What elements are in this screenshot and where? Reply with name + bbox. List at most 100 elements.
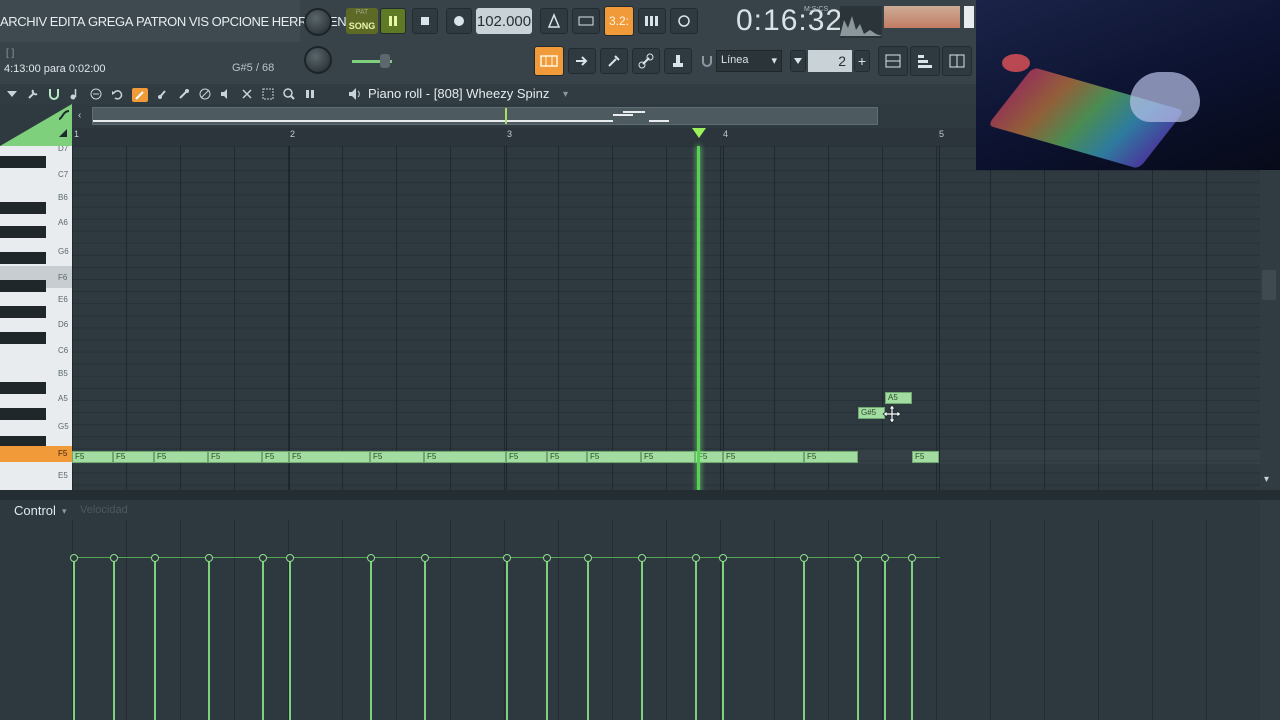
note-f5[interactable]: F5 bbox=[370, 451, 424, 463]
select-icon[interactable] bbox=[262, 88, 274, 100]
velocity-stem[interactable] bbox=[262, 560, 264, 720]
loop-record-button[interactable] bbox=[670, 8, 698, 34]
note-f5[interactable]: F5 bbox=[587, 451, 641, 463]
counter-button[interactable]: 3.2: bbox=[604, 6, 634, 36]
velocity-handle[interactable] bbox=[854, 554, 862, 562]
velocity-stem[interactable] bbox=[911, 560, 913, 720]
menu-patron[interactable]: PATRON bbox=[136, 14, 186, 29]
velocity-stem[interactable] bbox=[289, 560, 291, 720]
velocity-stem[interactable] bbox=[641, 560, 643, 720]
note-f5[interactable]: F5 bbox=[113, 451, 154, 463]
step-decrease-button[interactable] bbox=[790, 50, 806, 72]
velocity-grid[interactable] bbox=[72, 520, 1260, 720]
scroll-knob[interactable] bbox=[964, 6, 974, 28]
paint-brush-icon[interactable] bbox=[157, 88, 169, 100]
velocity-handle[interactable] bbox=[421, 554, 429, 562]
velocity-handle[interactable] bbox=[286, 554, 294, 562]
note-f5[interactable]: F5 bbox=[424, 451, 506, 463]
note-gs5[interactable]: G#5 bbox=[858, 407, 885, 419]
velocity-handle[interactable] bbox=[259, 554, 267, 562]
plugin-picker-button[interactable] bbox=[600, 48, 628, 74]
piano-keyboard[interactable]: D7 C7 B6 A6 G6 F6 E6 D6 C6 B5 A5 G5 F5 E… bbox=[0, 146, 72, 490]
velocity-handle[interactable] bbox=[543, 554, 551, 562]
snap-select[interactable]: Línea ▾ bbox=[716, 50, 782, 72]
black-key[interactable] bbox=[0, 332, 46, 344]
speaker-icon[interactable] bbox=[348, 87, 362, 101]
note-f5[interactable]: F5 bbox=[289, 451, 370, 463]
stop-button[interactable] bbox=[412, 8, 438, 34]
black-key[interactable] bbox=[0, 252, 46, 264]
slice-icon[interactable] bbox=[241, 88, 253, 100]
note-f5[interactable]: F5 bbox=[154, 451, 208, 463]
wait-for-input-button[interactable] bbox=[572, 8, 600, 34]
note-f5[interactable]: F5 bbox=[72, 451, 113, 463]
velocity-handle[interactable] bbox=[719, 554, 727, 562]
note-f5[interactable]: F5 bbox=[506, 451, 547, 463]
black-key[interactable] bbox=[0, 156, 46, 168]
pause-button[interactable] bbox=[380, 8, 406, 34]
velocity-stem[interactable] bbox=[208, 560, 210, 720]
menu-opciones[interactable]: OPCIONE bbox=[212, 14, 270, 29]
velocity-stem[interactable] bbox=[506, 560, 508, 720]
note-f5[interactable]: F5 bbox=[804, 451, 858, 463]
menu-edita[interactable]: EDITA bbox=[50, 14, 86, 29]
magnet-icon[interactable] bbox=[700, 54, 714, 68]
control-scrollbar[interactable] bbox=[1260, 500, 1280, 720]
velocity-handle[interactable] bbox=[638, 554, 646, 562]
master-pitch-knob[interactable] bbox=[304, 46, 332, 74]
velocity-handle[interactable] bbox=[367, 554, 375, 562]
velocity-stem[interactable] bbox=[113, 560, 115, 720]
step-value[interactable]: 2 bbox=[808, 50, 852, 72]
black-key[interactable] bbox=[0, 408, 46, 420]
master-volume-knob[interactable] bbox=[304, 8, 332, 36]
step-increase-button[interactable]: + bbox=[854, 50, 870, 72]
step-sequencer-button[interactable] bbox=[942, 46, 972, 76]
velocity-handle[interactable] bbox=[584, 554, 592, 562]
playback-tool-icon[interactable] bbox=[304, 88, 316, 100]
tempo-display[interactable]: 102.000 bbox=[476, 8, 532, 34]
slider-handle[interactable] bbox=[380, 54, 390, 68]
black-key[interactable] bbox=[0, 280, 46, 292]
channel-rack-button[interactable] bbox=[910, 46, 940, 76]
black-key[interactable] bbox=[0, 226, 46, 238]
playhead-marker[interactable] bbox=[692, 128, 706, 138]
velocity-stem[interactable] bbox=[587, 560, 589, 720]
scrollbar-thumb[interactable] bbox=[1262, 270, 1276, 300]
note-f5[interactable]: F5 bbox=[723, 451, 804, 463]
velocity-handle[interactable] bbox=[70, 554, 78, 562]
vertical-scrollbar[interactable] bbox=[1260, 146, 1280, 490]
black-key[interactable] bbox=[0, 382, 46, 394]
mute-tool-icon[interactable] bbox=[199, 88, 211, 100]
velocity-stem[interactable] bbox=[73, 560, 75, 720]
velocity-stem[interactable] bbox=[722, 560, 724, 720]
dropdown-arrow-icon[interactable] bbox=[6, 88, 18, 100]
list-icon[interactable] bbox=[90, 88, 102, 100]
step-edit-button[interactable] bbox=[638, 8, 666, 34]
velocity-handle[interactable] bbox=[908, 554, 916, 562]
wrench-icon[interactable] bbox=[27, 88, 39, 100]
velocity-handle[interactable] bbox=[151, 554, 159, 562]
note-icon[interactable] bbox=[69, 88, 81, 100]
chevron-down-icon[interactable]: ▾ bbox=[563, 89, 568, 100]
record-button[interactable] bbox=[446, 8, 472, 34]
delete-tool-icon[interactable] bbox=[178, 88, 190, 100]
note-f5[interactable]: F5 bbox=[262, 451, 289, 463]
velocity-handle[interactable] bbox=[503, 554, 511, 562]
piano-roll-title[interactable]: Piano roll - [808] Wheezy Spinz bbox=[368, 86, 549, 101]
velocity-stem[interactable] bbox=[370, 560, 372, 720]
panel-divider[interactable] bbox=[0, 490, 1280, 500]
velocity-stem[interactable] bbox=[424, 560, 426, 720]
chevron-down-icon[interactable]: ▾ bbox=[62, 506, 67, 517]
chevron-down-icon[interactable]: ▾ bbox=[1264, 474, 1269, 485]
menu-agrega[interactable]: GREGA bbox=[88, 14, 133, 29]
undo-icon[interactable] bbox=[111, 88, 123, 100]
speaker-mute-icon[interactable] bbox=[220, 88, 232, 100]
velocity-handle[interactable] bbox=[692, 554, 700, 562]
control-label[interactable]: Control bbox=[14, 503, 56, 518]
note-f5[interactable]: F5 bbox=[547, 451, 587, 463]
menu-vista[interactable]: VIS bbox=[189, 14, 209, 29]
note-grid[interactable]: F5 F5 F5 F5 F5 F5 F5 F5 F5 F5 F5 F5 F5 F… bbox=[72, 146, 1260, 490]
link-button[interactable] bbox=[632, 48, 660, 74]
note-f5[interactable]: F5 bbox=[912, 451, 939, 463]
mixer-button[interactable] bbox=[878, 46, 908, 76]
